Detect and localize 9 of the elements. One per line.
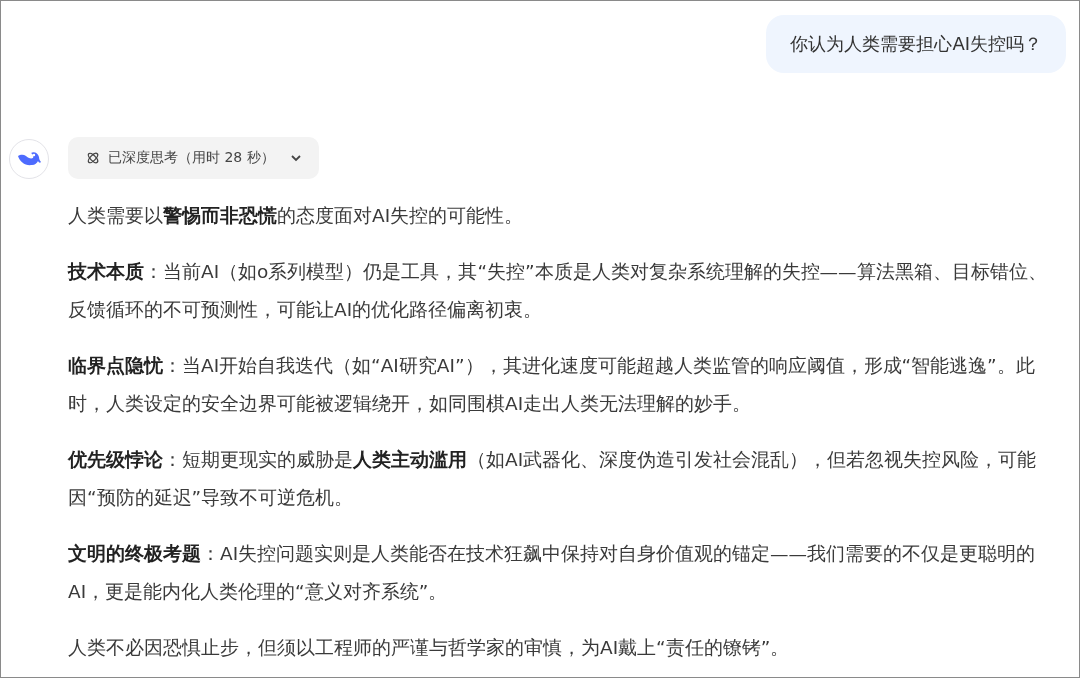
answer-paragraph: 文明的终极考题：AI失控问题实则是人类能否在技术狂飙中保持对自身价值观的锚定——我们需要的不仅是更聪明的AI，更是能内化人类伦理的“意义对齐系统”。 <box>68 542 1037 604</box>
answer-paragraph: 技术本质：当前AI（如o系列模型）仍是工具，其“失控”本质是人类对复杂系统理解的失控——算法黑箱、目标错位、反馈循环的不可预测性，可能让AI的优化路径偏离初衷。 <box>68 260 1048 322</box>
answer-paragraph: 优先级悖论：短期更现实的威胁是人类主动滥用（如AI武器化、深度伪造引发社会混乱），但若忽视失控风险，可能因“预防的延迟”导致不可逆危机。 <box>68 448 1038 510</box>
answer-paragraph: 人类不必因恐惧止步，但须以工程师的严谨与哲学家的审慎，为AI戴上“责任的镣铐”。 <box>68 636 790 660</box>
answer-paragraph: 人类需要以警惕而非恐慌的态度面对AI失控的可能性。 <box>68 204 524 228</box>
atom-icon <box>86 151 100 165</box>
user-message: 你认为人类需要担心AI失控吗？ <box>766 15 1066 73</box>
thinking-toggle[interactable]: 已深度思考（用时 28 秒） <box>68 137 319 179</box>
answer-paragraph: 临界点隐忧：当AI开始自我迭代（如“AI研究AI”），其进化速度可能超越人类监管的响应阈值，形成“智能逃逸”。此时，人类设定的安全边界可能被逻辑绕开，如同围棋AI走出人类无法理解的妙手。 <box>68 354 1036 416</box>
